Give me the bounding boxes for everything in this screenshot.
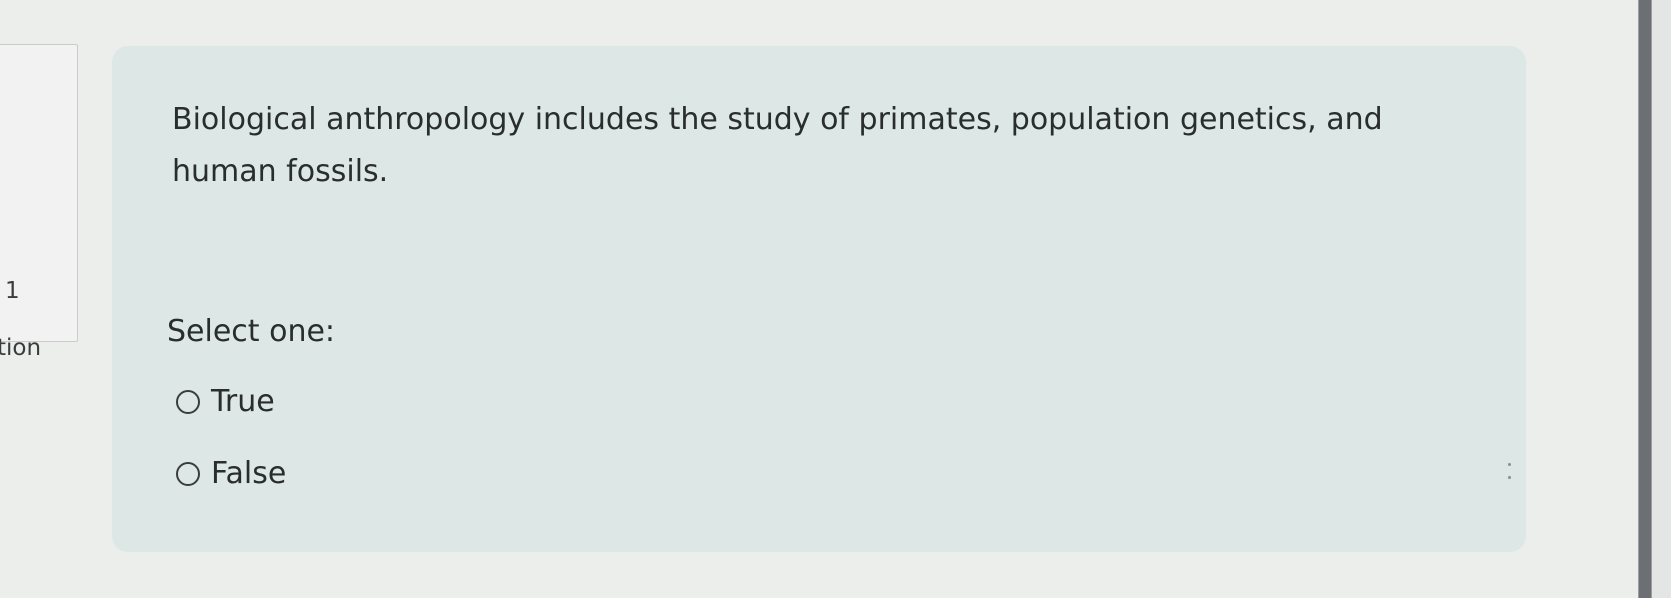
drag-handle-icon — [1508, 463, 1511, 479]
option-false-label[interactable]: False — [211, 456, 286, 491]
vertical-scrollbar[interactable] — [1638, 0, 1652, 598]
select-one-prompt: Select one: — [167, 314, 336, 349]
radio-unchecked-icon[interactable] — [176, 389, 200, 414]
radio-unchecked-icon[interactable] — [176, 461, 200, 486]
question-info-label: tion — [0, 335, 42, 361]
question-card: Biological anthropology includes the stu… — [112, 46, 1526, 552]
question-info-panel: 1 tion — [0, 44, 78, 361]
window-edge — [1652, 0, 1671, 598]
option-false[interactable]: False — [176, 456, 286, 491]
option-true-label[interactable]: True — [211, 384, 275, 419]
option-true[interactable]: True — [176, 384, 275, 419]
question-text: Biological anthropology includes the stu… — [172, 102, 1383, 189]
question-number: 1 — [5, 278, 20, 304]
